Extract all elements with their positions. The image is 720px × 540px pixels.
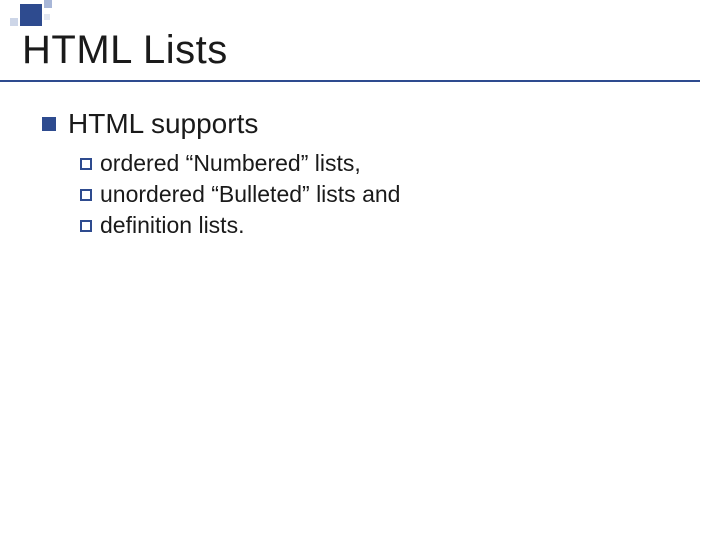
bullet-level1-text: HTML supports <box>68 108 258 140</box>
square-icon <box>44 14 50 20</box>
square-bullet-icon <box>42 117 56 131</box>
sub-bullet-list: ordered “Numbered” lists, unordered “Bul… <box>80 150 400 243</box>
square-outline-bullet-icon <box>80 220 92 232</box>
slide-title: HTML Lists <box>22 28 228 73</box>
square-icon <box>44 0 52 8</box>
bullet-level2: definition lists. <box>80 212 400 239</box>
square-outline-bullet-icon <box>80 158 92 170</box>
bullet-level2-text: unordered “Bulleted” lists and <box>100 181 400 208</box>
title-underline <box>0 80 700 82</box>
bullet-level2: unordered “Bulleted” lists and <box>80 181 400 208</box>
bullet-level2-text: ordered “Numbered” lists, <box>100 150 361 177</box>
bullet-level2-text: definition lists. <box>100 212 244 239</box>
bullet-level1: HTML supports <box>42 108 258 140</box>
square-outline-bullet-icon <box>80 189 92 201</box>
square-icon <box>20 4 42 26</box>
square-icon <box>10 18 18 26</box>
bullet-level2: ordered “Numbered” lists, <box>80 150 400 177</box>
